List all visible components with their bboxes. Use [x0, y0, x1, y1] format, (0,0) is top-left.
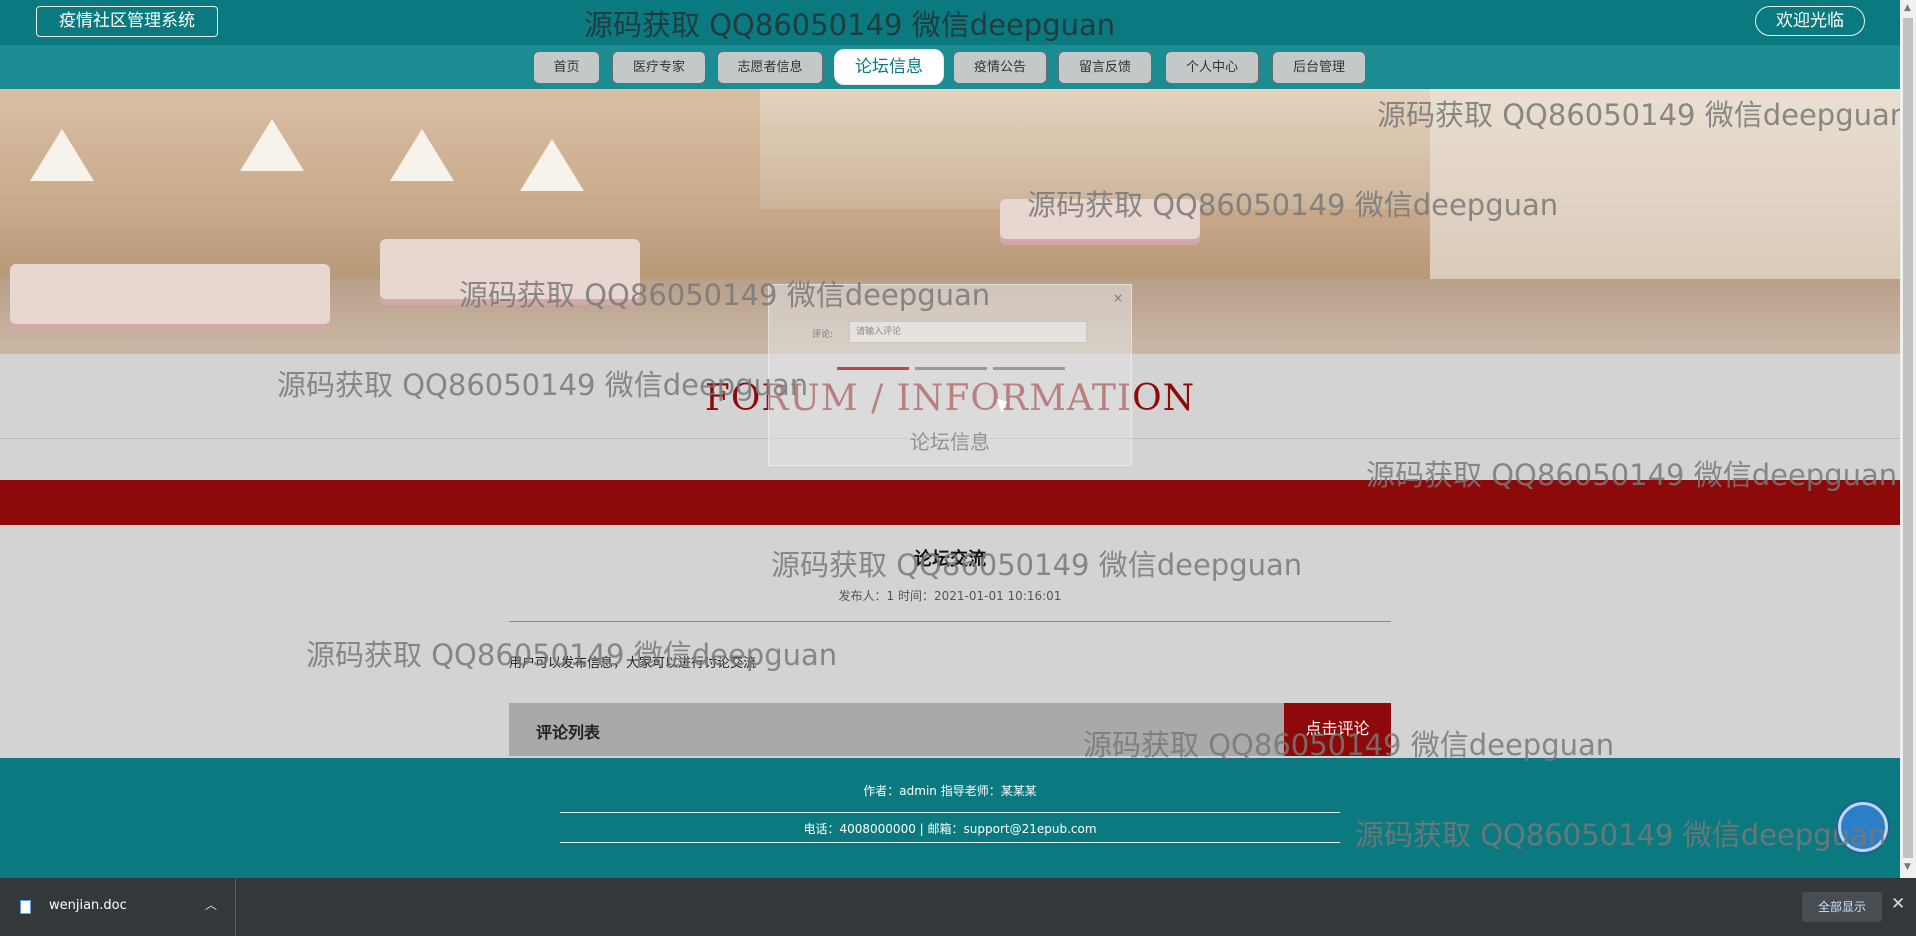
close-icon[interactable]: ×	[1113, 291, 1123, 305]
footer-divider	[560, 842, 1340, 843]
nav-forum[interactable]: 论坛信息	[834, 49, 944, 85]
watermark: 源码获取 QQ86050149 微信deepguan	[306, 638, 838, 672]
comments-label: 评论列表	[536, 723, 601, 742]
scrollbar-thumb[interactable]	[1903, 18, 1913, 858]
post-divider	[509, 621, 1391, 622]
watermark: 源码获取 QQ86050149 微信deepguan	[771, 548, 1303, 582]
page: 疫情社区管理系统 欢迎光临 首页 医疗专家 志愿者信息 论坛信息 疫情公告 留言…	[0, 0, 1916, 936]
banner-lamp	[390, 129, 454, 181]
site-title[interactable]: 疫情社区管理系统	[36, 6, 218, 37]
downloads-bar: wenjian.doc ︿ 全部显示 ✕	[0, 878, 1916, 936]
banner-lamp	[520, 139, 584, 191]
watermark: 源码获取 QQ86050149 微信deepguan	[584, 8, 1116, 42]
banner-lamp	[240, 119, 304, 171]
watermark: 源码获取 QQ86050149 微信deepguan	[1366, 458, 1898, 492]
scroll-up-arrow-icon[interactable]: ▲	[1904, 3, 1911, 13]
footer-author: 作者：admin 指导老师：某某某	[863, 784, 1037, 798]
footer-divider	[560, 812, 1340, 813]
nav-admin[interactable]: 后台管理	[1272, 51, 1366, 84]
watermark: 源码获取 QQ86050149 微信deepguan	[277, 368, 809, 402]
nav-notices[interactable]: 疫情公告	[953, 51, 1047, 84]
nav-medical-experts[interactable]: 医疗专家	[612, 51, 706, 84]
watermark: 源码获取 QQ86050149 微信deepguan	[1027, 188, 1559, 222]
post-meta: 发布人：1 时间：2021-01-01 10:16:01	[838, 589, 1062, 603]
download-filename[interactable]: wenjian.doc	[49, 898, 127, 913]
comment-input[interactable]: 请输入评论	[849, 321, 1087, 343]
show-all-downloads-button[interactable]: 全部显示	[1802, 892, 1882, 922]
watermark: 源码获取 QQ86050149 微信deepguan	[459, 278, 991, 312]
nav-feedback[interactable]: 留言反馈	[1058, 51, 1152, 84]
page-scrollbar[interactable]: ▲ ▼	[1900, 0, 1916, 878]
welcome-button[interactable]: 欢迎光临	[1755, 6, 1865, 36]
doc-file-icon	[20, 900, 31, 914]
comment-field-label: 评论:	[812, 330, 834, 340]
modal-tab-indicator	[837, 367, 909, 370]
main-nav: 首页 医疗专家 志愿者信息 论坛信息 疫情公告 留言反馈 个人中心 后台管理	[0, 45, 1900, 89]
modal-tab-indicator	[915, 367, 987, 370]
nav-volunteers[interactable]: 志愿者信息	[717, 51, 823, 84]
nav-home[interactable]: 首页	[533, 51, 600, 84]
watermark: 源码获取 QQ86050149 微信deepguan	[1083, 728, 1615, 762]
watermark: 源码获取 QQ86050149 微信deepguan	[1377, 98, 1909, 132]
close-downloads-bar-icon[interactable]: ✕	[1891, 894, 1905, 914]
modal-tab-indicator	[993, 367, 1065, 370]
banner-lamp	[30, 129, 94, 181]
nav-personal-center[interactable]: 个人中心	[1165, 51, 1259, 84]
banner-bed	[10, 264, 330, 324]
scroll-down-arrow-icon[interactable]: ▼	[1904, 862, 1911, 872]
download-item[interactable]: wenjian.doc ︿	[0, 878, 236, 936]
chevron-up-icon[interactable]: ︿	[205, 896, 217, 913]
watermark: 源码获取 QQ86050149 微信deepguan	[1355, 818, 1887, 852]
